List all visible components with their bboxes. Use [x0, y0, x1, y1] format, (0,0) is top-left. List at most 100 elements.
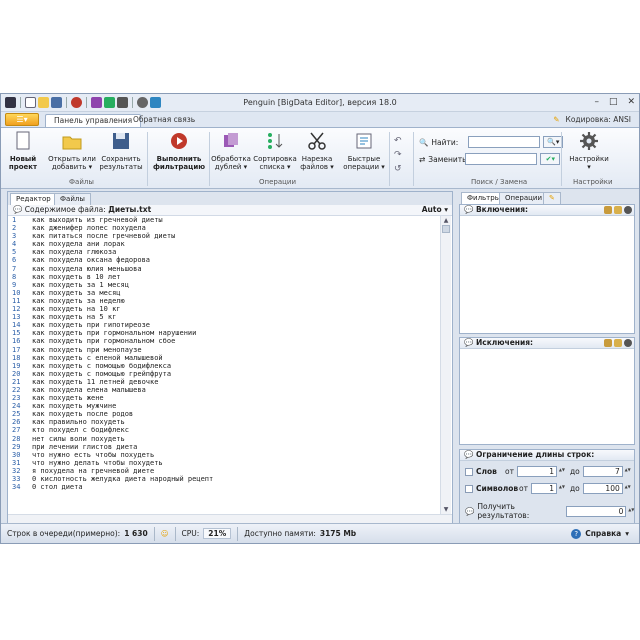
text-line[interactable]: 21 как похудеть 11 летней девочке [8, 378, 440, 386]
cut-files-button[interactable]: Нарезка файлов ▾ [299, 131, 335, 171]
import-icon[interactable] [604, 206, 612, 214]
minimize-button[interactable]: – [594, 97, 599, 107]
text-line[interactable]: 16 как похудеть при гормональном сбое [8, 337, 440, 345]
line-text[interactable]: как питаться после гречневой диеты [32, 232, 175, 240]
text-line[interactable]: 30 что нужно есть чтобы похудеть [8, 451, 440, 459]
line-text[interactable]: как похудеть при гормональном сбое [32, 337, 175, 345]
symbols-from-input[interactable]: 1 [530, 483, 565, 494]
line-text[interactable]: как похудеть жене [32, 394, 104, 402]
text-line[interactable]: 27 кто похудел с бодифлекс [8, 426, 440, 434]
line-text[interactable]: как похудеть в 10 лет [32, 273, 121, 281]
folder-add-icon[interactable] [614, 339, 622, 347]
line-text[interactable]: как похудеть 11 летней девочке [32, 378, 158, 386]
text-line[interactable]: 10 как похудеть за месяц [8, 289, 440, 297]
text-line[interactable]: 11 как похудеть за неделю [8, 297, 440, 305]
text-line[interactable]: 22 как похудела елена малышева [8, 386, 440, 394]
text-line[interactable]: 7 как похудела юлия меньшова [8, 265, 440, 273]
symbols-checkbox[interactable] [465, 484, 473, 493]
tab-editor[interactable]: Редактор [10, 193, 57, 205]
run-icon[interactable] [71, 97, 82, 108]
includes-textarea[interactable] [460, 216, 634, 333]
line-text[interactable]: как похудела глюкоза [32, 248, 116, 256]
line-text[interactable]: как похудеть после родов [32, 410, 133, 418]
settings-small-icon[interactable] [624, 206, 632, 214]
dedupe-button[interactable]: Обработка дублей ▾ [211, 131, 251, 171]
maximize-button[interactable]: □ [609, 97, 618, 107]
words-to-input[interactable]: 7 [582, 466, 631, 477]
text-line[interactable]: 9 как похудеть за 1 месяц [8, 281, 440, 289]
line-text[interactable]: как похудеть при менопаузе [32, 346, 142, 354]
line-text[interactable]: как похудеть на 10 кг [32, 305, 121, 313]
tab-operations[interactable]: Операции [499, 192, 548, 204]
text-line[interactable]: 17 как похудеть при менопаузе [8, 346, 440, 354]
close-button[interactable]: ✕ [627, 97, 635, 107]
line-text[interactable]: как похудеть с еленой малышевой [32, 354, 163, 362]
line-text[interactable]: как похудеть при гипотиреозе [32, 321, 150, 329]
text-line[interactable]: 24 как похудеть мужчине [8, 402, 440, 410]
encoding-label[interactable]: Кодировка: ANSI [566, 115, 632, 124]
text-line[interactable]: 32 я похудела на гречневой диете [8, 467, 440, 475]
line-text[interactable]: как похудеть с помощью бодифлекса [32, 362, 171, 370]
text-line[interactable]: 2 как дженифер лопес похудела [8, 224, 440, 232]
new-project-button[interactable]: Новый проект [5, 131, 41, 171]
line-text[interactable]: как правильно похудеть [32, 418, 125, 426]
line-text[interactable]: как похудела оксана федорова [32, 256, 150, 264]
quick-ops-button[interactable]: Быстрые операции ▾ [341, 131, 387, 171]
get-results-input[interactable]: 0 [566, 505, 634, 517]
tab-files[interactable]: Файлы [54, 193, 91, 205]
scroll-up-icon[interactable]: ▲ [441, 216, 451, 225]
line-text[interactable]: как похудеть мужчине [32, 402, 116, 410]
line-text[interactable]: как похудела елена малышева [32, 386, 146, 394]
app-menu-button[interactable]: ☰▾ [5, 113, 39, 126]
text-line[interactable]: 15 как похудеть при гормональном нарушени… [8, 329, 440, 337]
text-line[interactable]: 6 как похудела оксана федорова [8, 256, 440, 264]
text-line[interactable]: 25 как похудеть после родов [8, 410, 440, 418]
text-line[interactable]: 23 как похудеть жене [8, 394, 440, 402]
new-file-icon[interactable] [25, 97, 36, 108]
text-line[interactable]: 34 0 стол диета [8, 483, 440, 491]
help-button[interactable]: ? Справка ▾ [565, 528, 639, 539]
symbols-to-input[interactable]: 100 [582, 483, 631, 494]
wand-icon[interactable] [150, 97, 161, 108]
dedupe-icon[interactable] [91, 97, 102, 108]
brush-icon[interactable]: ✎ [553, 115, 559, 124]
open-add-button[interactable]: Открыть или добавить ▾ [47, 131, 97, 171]
replace-go-button[interactable]: ✔▾ [540, 153, 561, 165]
text-line[interactable]: 20 как похудеть с помощью грейпфрута [8, 370, 440, 378]
undo-icon[interactable]: ↶ [394, 134, 402, 148]
excludes-textarea[interactable] [460, 349, 634, 444]
text-line[interactable]: 29 при лечении глистов диета [8, 443, 440, 451]
run-filter-button[interactable]: Выполнить фильтрацию [151, 131, 207, 171]
line-text[interactable]: как похудела ани лорак [32, 240, 125, 248]
line-text[interactable]: кто похудел с бодифлекс [32, 426, 129, 434]
import-icon[interactable] [604, 339, 612, 347]
scroll-down-icon[interactable]: ▼ [441, 505, 451, 514]
line-text[interactable]: как похудеть с помощью грейпфрута [32, 370, 171, 378]
vertical-scrollbar[interactable]: ▲ ▼ [440, 216, 451, 514]
open-folder-icon[interactable] [38, 97, 49, 108]
text-line[interactable]: 28 нет силы воли похудеть [8, 435, 440, 443]
line-text[interactable]: 0 кислотность желудка диета народный рец… [32, 475, 213, 483]
text-line[interactable]: 4 как похудела ани лорак [8, 240, 440, 248]
text-line[interactable]: 19 как похудеть с помощью бодифлекса [8, 362, 440, 370]
mode-select[interactable]: Auto ▾ [422, 205, 448, 215]
clear-icon[interactable]: ↺ [394, 162, 402, 176]
text-area[interactable]: 1 как выходить из гречневой диеты 2 как дже… [8, 216, 440, 514]
words-from-input[interactable]: 1 [516, 466, 565, 477]
line-text[interactable]: я похудела на гречневой диете [32, 467, 154, 475]
line-text[interactable]: как похудеть за месяц [32, 289, 121, 297]
line-text[interactable]: как выходить из гречневой диеты [32, 216, 163, 224]
redo-icon[interactable]: ↷ [394, 148, 402, 162]
line-text[interactable]: нет силы воли похудеть [32, 435, 125, 443]
folder-add-icon[interactable] [614, 206, 622, 214]
line-text[interactable]: как похудеть при гормональном нарушении [32, 329, 196, 337]
text-line[interactable]: 26 как правильно похудеть [8, 418, 440, 426]
text-line[interactable]: 8 как похудеть в 10 лет [8, 273, 440, 281]
line-text[interactable]: что нужно делать чтобы похудеть [32, 459, 163, 467]
line-text[interactable]: как дженифер лопес похудела [32, 224, 146, 232]
line-text[interactable]: как похудеть на 5 кг [32, 313, 116, 321]
text-line[interactable]: 13 как похудеть на 5 кг [8, 313, 440, 321]
line-text[interactable]: что нужно есть чтобы похудеть [32, 451, 154, 459]
text-line[interactable]: 18 как похудеть с еленой малышевой [8, 354, 440, 362]
settings-small-icon[interactable] [624, 339, 632, 347]
